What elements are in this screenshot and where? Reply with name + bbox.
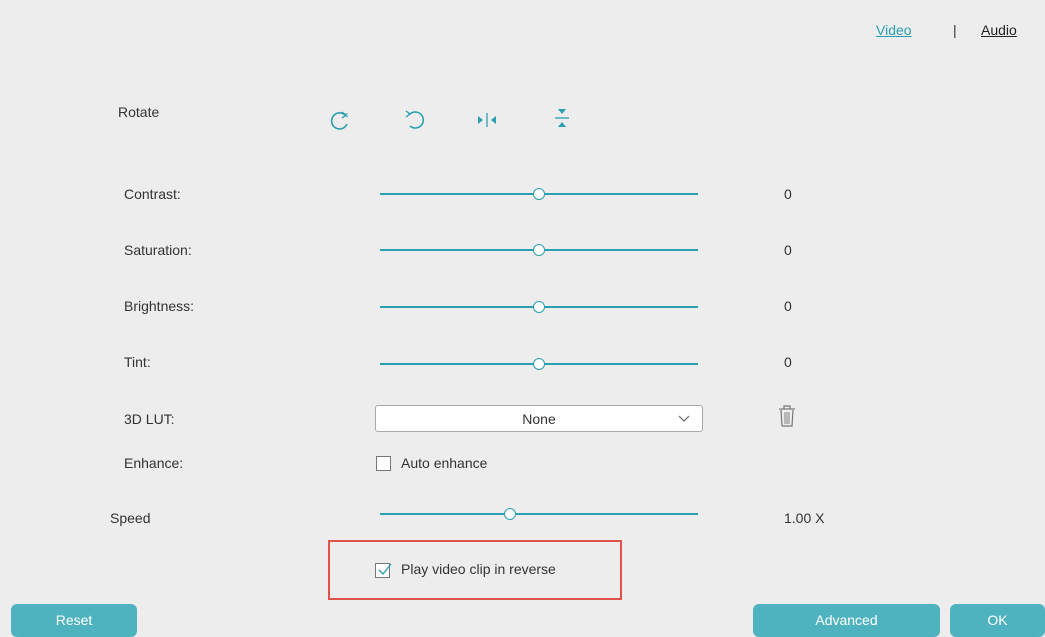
- speed-slider[interactable]: [380, 508, 698, 520]
- auto-enhance-label[interactable]: Auto enhance: [401, 455, 487, 471]
- tab-separator: |: [953, 22, 957, 38]
- tint-label: Tint:: [124, 354, 151, 370]
- play-reverse-label[interactable]: Play video clip in reverse: [401, 561, 556, 577]
- tint-slider[interactable]: [380, 358, 698, 370]
- lut-dropdown[interactable]: None: [375, 405, 703, 432]
- reset-button[interactable]: Reset: [11, 604, 137, 637]
- flip-horizontal-icon[interactable]: [474, 107, 500, 133]
- slider-thumb[interactable]: [504, 508, 517, 520]
- advanced-button[interactable]: Advanced: [753, 604, 940, 637]
- flip-vertical-icon[interactable]: [549, 105, 575, 131]
- contrast-label: Contrast:: [124, 186, 181, 202]
- slider-thumb[interactable]: [533, 188, 545, 200]
- slider-thumb[interactable]: [533, 358, 545, 370]
- slider-track: [380, 513, 698, 515]
- rotate-counterclockwise-icon[interactable]: [401, 106, 427, 132]
- saturation-slider[interactable]: [380, 244, 698, 256]
- svg-text:4: 4: [345, 113, 349, 120]
- speed-label: Speed: [110, 510, 151, 526]
- enhance-label: Enhance:: [124, 455, 184, 471]
- lut-label: 3D LUT:: [124, 411, 175, 427]
- checkmark-icon: [378, 563, 392, 576]
- saturation-value: 0: [784, 242, 792, 258]
- tint-value: 0: [784, 354, 792, 370]
- brightness-label: Brightness:: [124, 298, 195, 314]
- trash-icon[interactable]: [777, 404, 797, 428]
- lut-selected-value: None: [522, 411, 556, 427]
- brightness-value: 0: [784, 298, 792, 314]
- tab-audio[interactable]: Audio: [981, 22, 1017, 38]
- rotate-clockwise-icon[interactable]: 4: [328, 108, 354, 134]
- tab-video[interactable]: Video: [876, 22, 912, 38]
- saturation-label: Saturation:: [124, 242, 192, 258]
- auto-enhance-checkbox[interactable]: [376, 456, 391, 471]
- play-reverse-checkbox[interactable]: [375, 563, 392, 578]
- chevron-down-icon: [678, 415, 690, 422]
- contrast-slider[interactable]: [380, 188, 698, 200]
- ok-button[interactable]: OK: [950, 604, 1045, 637]
- speed-value: 1.00 X: [784, 510, 825, 526]
- rotate-label: Rotate: [118, 104, 160, 120]
- brightness-slider[interactable]: [380, 301, 698, 313]
- contrast-value: 0: [784, 186, 792, 202]
- slider-thumb[interactable]: [533, 244, 545, 256]
- slider-thumb[interactable]: [533, 301, 545, 313]
